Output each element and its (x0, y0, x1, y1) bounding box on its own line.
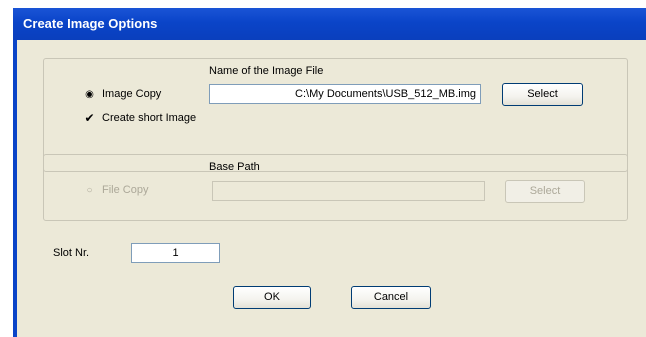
base-path-input[interactable] (212, 181, 485, 201)
create-short-image-label[interactable]: Create short Image (102, 112, 196, 124)
title-bar[interactable]: Create Image Options (13, 8, 646, 40)
file-copy-label[interactable]: File Copy (102, 184, 148, 196)
window-title: Create Image Options (23, 16, 158, 31)
slot-label: Slot Nr. (53, 247, 90, 259)
ok-button[interactable]: OK (233, 286, 311, 309)
image-file-input[interactable]: C:\My Documents\USB_512_MB.img (209, 84, 481, 104)
file-copy-radio[interactable]: ○ (83, 184, 96, 197)
window-left-border (13, 40, 17, 337)
radio-unselected-icon: ○ (86, 185, 93, 196)
image-copy-radio[interactable]: ◉ (83, 88, 96, 101)
dialog-window: Create Image Options Name of the Image F… (13, 8, 646, 337)
image-copy-label[interactable]: Image Copy (102, 88, 161, 100)
checkmark-icon: ✔ (84, 111, 95, 125)
cancel-button[interactable]: Cancel (351, 286, 431, 309)
select-base-path-button[interactable]: Select (505, 180, 585, 203)
select-image-file-button[interactable]: Select (502, 83, 583, 106)
slot-number-input[interactable]: 1 (131, 243, 220, 263)
create-short-image-checkbox[interactable]: ✔ (83, 112, 96, 125)
radio-selected-icon: ◉ (85, 89, 94, 100)
image-file-heading: Name of the Image File (209, 65, 324, 77)
base-path-heading: Base Path (209, 161, 260, 173)
